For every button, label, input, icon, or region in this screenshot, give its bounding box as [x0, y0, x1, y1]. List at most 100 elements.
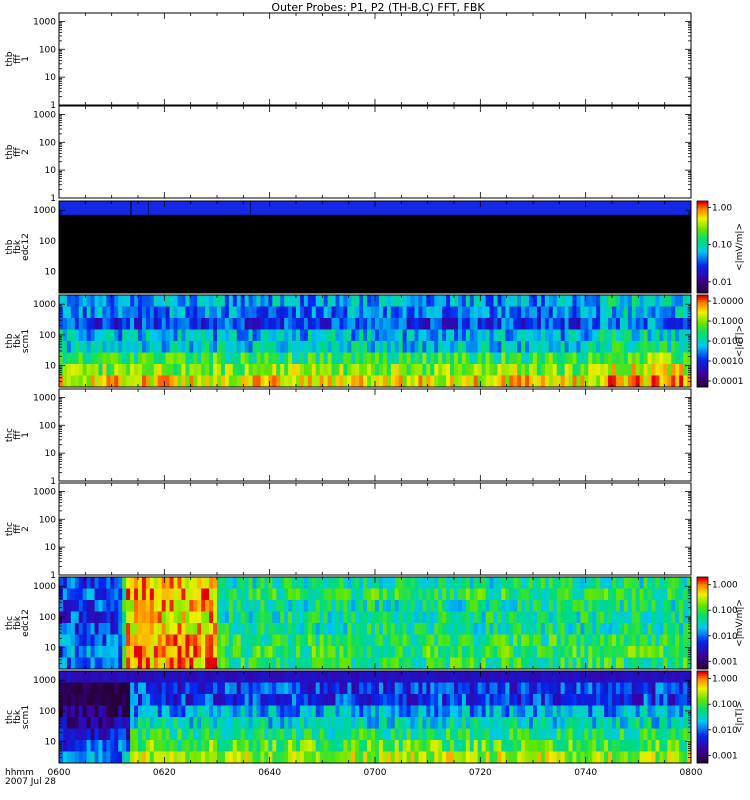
spectrogram-cell: [533, 352, 538, 365]
spectrogram-cell: [130, 634, 135, 647]
spectrogram-cell: [284, 588, 289, 601]
spectrogram-cell: [406, 600, 411, 612]
spectrogram-cell: [371, 694, 376, 706]
spectrogram-cell: [501, 646, 506, 658]
spectrogram-cell: [568, 728, 573, 741]
y-tick-label: 1000: [33, 582, 56, 592]
y-tick-label: 100: [39, 237, 56, 247]
spectrogram-cell: [572, 717, 577, 729]
colorbar-swatch: [697, 643, 708, 647]
spectrogram-cell: [513, 611, 518, 624]
spectrogram-cell: [612, 740, 617, 752]
spectrogram-cell: [118, 623, 123, 635]
spectrogram-cell: [667, 705, 672, 718]
spectrogram-cell: [240, 705, 246, 718]
spectrogram-cell: [367, 318, 372, 330]
spectrogram-cell: [232, 646, 238, 658]
spectrogram-cell: [90, 646, 95, 658]
spectrogram-cell: [248, 694, 253, 706]
spectrogram-cell: [513, 341, 518, 353]
spectrogram-cell: [185, 646, 190, 658]
spectrogram-cell: [418, 306, 423, 319]
spectrogram-cell: [426, 295, 431, 307]
spectrogram-cell: [533, 646, 538, 658]
spectrogram-cell: [560, 318, 565, 330]
spectrogram-cell: [177, 600, 182, 612]
spectrogram-cell: [552, 623, 558, 635]
spectrogram-cell: [461, 375, 467, 388]
spectrogram-cell: [134, 611, 139, 624]
spectrogram-cell: [572, 352, 577, 365]
spectrogram-cell: [149, 623, 155, 635]
panel-thc-fff2: 1000100101thcfff2: [5, 482, 692, 581]
spectrogram-cell: [292, 694, 297, 706]
spectrogram-cell: [224, 682, 230, 695]
spectrogram-cell: [74, 364, 80, 376]
spectrogram-cell: [232, 364, 238, 376]
spectrogram-cell: [477, 295, 483, 307]
spectrogram-cell: [280, 352, 285, 365]
spectrogram-cell: [548, 717, 554, 729]
spectrogram-cell: [382, 577, 388, 589]
spectrogram-cell: [477, 705, 483, 718]
spectrogram-cell: [615, 717, 621, 729]
spectrogram-cell: [469, 728, 475, 741]
spectrogram-cell: [442, 694, 447, 706]
spectrogram-cell: [201, 600, 206, 612]
spectrogram-cell: [248, 352, 253, 365]
spectrogram-cell: [540, 352, 546, 365]
spectrogram-cell: [679, 728, 684, 741]
spectrogram-cell: [390, 318, 396, 330]
spectrogram-cell: [331, 751, 336, 764]
spectrogram-cell: [130, 611, 135, 624]
spectrogram-cell: [619, 751, 625, 764]
spectrogram-cell: [406, 705, 411, 718]
spectrogram-cell: [438, 329, 443, 342]
spectrogram-cell: [544, 728, 550, 741]
colorbar-tick-label: 0.01: [712, 278, 732, 288]
colorbar-swatch: [697, 696, 708, 699]
spectrogram-cell: [169, 352, 174, 365]
spectrogram-cell: [371, 728, 376, 741]
spectrogram-cell: [98, 352, 103, 365]
spectrogram-cell: [398, 634, 404, 647]
spectrogram-cell: [631, 751, 637, 764]
spectrogram-cell: [667, 717, 672, 729]
spectrogram-cell: [284, 740, 289, 752]
spectrogram-cell: [505, 671, 510, 683]
spectrogram-cell: [525, 671, 530, 683]
spectrogram-cell: [236, 329, 242, 342]
spectrogram-cell: [659, 694, 664, 706]
spectrogram-cell: [220, 329, 226, 342]
spectrogram-cell: [331, 682, 336, 695]
spectrogram-cell: [422, 375, 427, 388]
spectrogram-cell: [236, 364, 242, 376]
spectrogram-cell: [193, 751, 198, 764]
spectrogram-cell: [457, 623, 463, 635]
spectrogram-cell: [623, 682, 629, 695]
spectrogram-cell: [359, 646, 364, 658]
spectrogram-cell: [631, 694, 637, 706]
spectrogram-cell: [351, 341, 356, 353]
spectrogram-cell: [307, 740, 313, 752]
spectrogram-cell: [608, 646, 613, 658]
spectrogram-cell: [418, 318, 423, 330]
spectrogram-cell: [683, 751, 688, 764]
spectrogram-cell: [185, 588, 190, 601]
spectrogram-cell: [90, 671, 95, 683]
spectrogram-cell: [457, 375, 463, 388]
spectrogram-cell: [635, 375, 641, 388]
spectrogram-cell: [138, 375, 143, 388]
spectrogram-cell: [454, 740, 459, 752]
spectrogram-cell: [264, 646, 269, 658]
spectrogram-cell: [209, 646, 214, 658]
spectrogram-cell: [647, 682, 652, 695]
spectrogram-cell: [138, 588, 143, 601]
spectrogram-cell: [347, 671, 352, 683]
spectrogram-cell: [296, 600, 301, 612]
spectrogram-cell: [639, 329, 644, 342]
spectrogram-cell: [359, 306, 364, 319]
spectrogram-cell: [296, 694, 301, 706]
spectrogram-cell: [438, 751, 443, 764]
spectrogram-cell: [153, 375, 159, 388]
